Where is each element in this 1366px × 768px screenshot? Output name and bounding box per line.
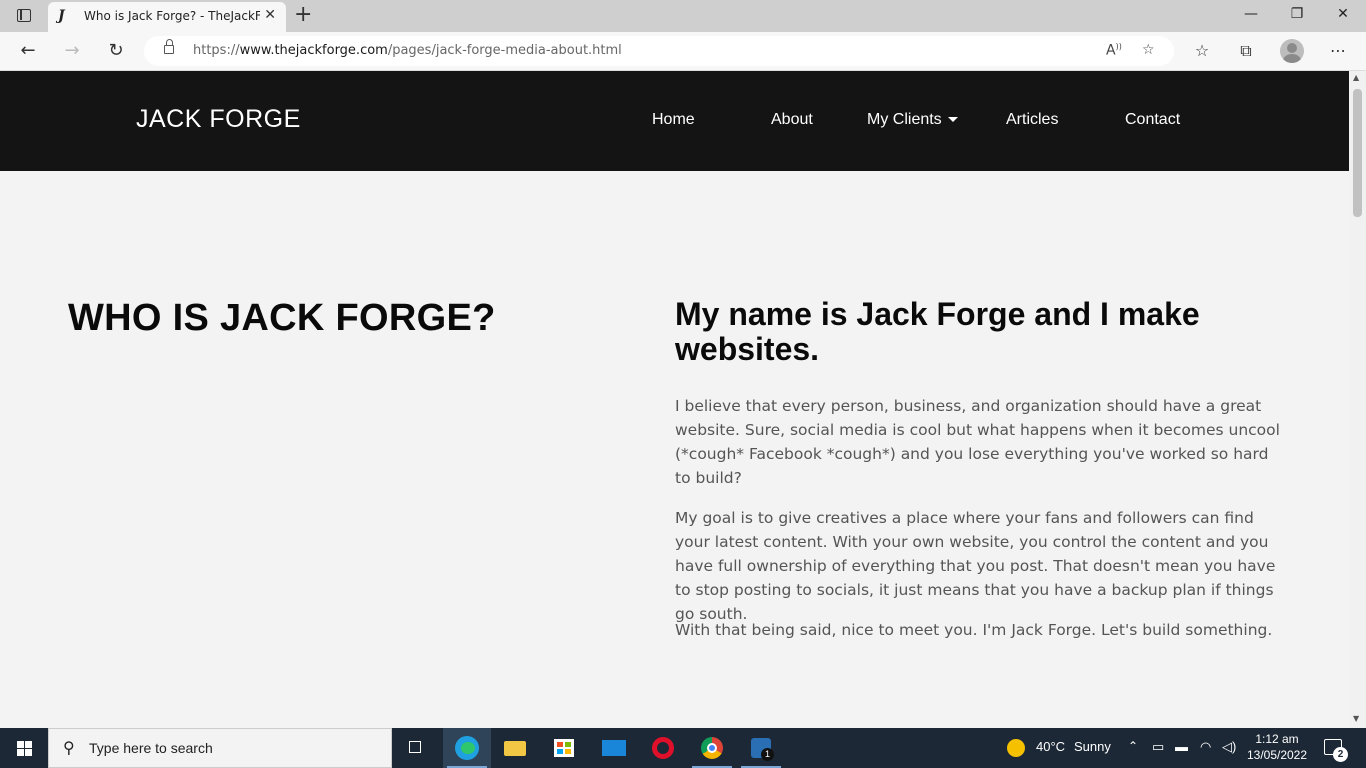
meet-now-icon[interactable]: ▭ xyxy=(1152,739,1164,755)
about-paragraph-2: My goal is to give creatives a place whe… xyxy=(675,509,1276,623)
site-brand[interactable]: JACK FORGE xyxy=(136,105,301,134)
scroll-up-icon[interactable]: ▲ xyxy=(1353,73,1359,82)
task-view-icon[interactable] xyxy=(392,728,440,768)
refresh-icon[interactable]: ↻ xyxy=(103,40,129,61)
back-icon[interactable]: ← xyxy=(15,40,41,61)
tab-close-icon[interactable]: ✕ xyxy=(264,7,276,23)
app-badge: 1 xyxy=(761,748,774,761)
page-title: WHO IS JACK FORGE? xyxy=(68,297,496,339)
more-icon[interactable]: ⋯ xyxy=(1326,41,1350,60)
about-paragraph-1: I believe that every person, business, a… xyxy=(675,397,1280,487)
browser-toolbar: ← → ↻ https://www.thejackforge.com/pages… xyxy=(0,32,1366,71)
chrome-icon[interactable] xyxy=(688,728,736,768)
windows-taskbar: ⚲ Type here to search 1 40°C Sunny ⌃ ▭ ▬ xyxy=(0,728,1366,768)
add-favorite-icon[interactable]: ☆ xyxy=(1142,42,1155,58)
opera-icon[interactable] xyxy=(639,728,687,768)
app-icon[interactable]: 1 xyxy=(737,728,785,768)
system-clock[interactable]: 1:12 am 13/05/2022 xyxy=(1246,731,1308,763)
site-favicon-icon: J xyxy=(58,8,65,24)
restore-icon[interactable]: ❐ xyxy=(1274,6,1320,22)
about-paragraph-3: With that being said, nice to meet you. … xyxy=(675,621,1273,639)
edge-icon[interactable] xyxy=(443,728,491,768)
taskbar-search[interactable]: ⚲ Type here to search xyxy=(48,728,392,768)
minimize-icon[interactable]: — xyxy=(1228,6,1274,22)
browser-tab-bar: J Who is Jack Forge? - TheJackForge ✕ + … xyxy=(0,0,1366,32)
caret-down-icon xyxy=(947,117,958,123)
battery-icon[interactable]: ▬ xyxy=(1175,739,1188,754)
tab-actions-icon[interactable] xyxy=(17,9,31,22)
close-window-icon[interactable]: ✕ xyxy=(1320,6,1366,22)
mail-icon[interactable] xyxy=(590,728,638,768)
chevron-up-icon[interactable]: ⌃ xyxy=(1128,739,1138,753)
clock-time: 1:12 am xyxy=(1255,732,1299,746)
url-path: /pages/jack-forge-media-about.html xyxy=(387,43,622,58)
lock-icon[interactable] xyxy=(164,39,174,54)
url-scheme: https:// xyxy=(193,43,240,58)
url-host: www.thejackforge.com xyxy=(239,43,388,58)
clock-date: 13/05/2022 xyxy=(1246,748,1308,762)
intro-heading: My name is Jack Forge and I make website… xyxy=(675,296,1200,367)
page-scrollbar[interactable]: ▲ ▼ xyxy=(1349,71,1366,728)
forward-icon[interactable]: → xyxy=(59,40,85,61)
scroll-thumb[interactable] xyxy=(1353,89,1362,217)
nav-my-clients[interactable]: My Clients xyxy=(867,111,958,129)
address-bar[interactable]: https://www.thejackforge.com/pages/jack-… xyxy=(144,36,1174,66)
weather-text[interactable]: Sunny xyxy=(1074,739,1111,754)
nav-contact[interactable]: Contact xyxy=(1125,111,1180,129)
browser-tab[interactable]: J Who is Jack Forge? - TheJackForge ✕ xyxy=(48,2,286,32)
url-text[interactable]: https://www.thejackforge.com/pages/jack-… xyxy=(193,43,622,58)
sun-icon[interactable] xyxy=(1007,739,1025,757)
tab-title: Who is Jack Forge? - TheJackForge xyxy=(84,9,260,23)
read-aloud-icon[interactable]: A)) xyxy=(1106,42,1122,59)
profile-icon[interactable] xyxy=(1280,39,1304,63)
site-navbar: JACK FORGE Home About My Clients Article… xyxy=(0,71,1349,171)
file-explorer-icon[interactable] xyxy=(491,728,539,768)
wifi-icon[interactable]: ◠ xyxy=(1200,739,1211,755)
nav-my-clients-label: My Clients xyxy=(867,111,942,128)
store-icon[interactable] xyxy=(540,728,588,768)
search-icon: ⚲ xyxy=(63,738,75,757)
collections-icon[interactable]: ⧉ xyxy=(1234,41,1258,61)
notification-count: 2 xyxy=(1333,747,1348,762)
volume-icon[interactable]: ◁) xyxy=(1222,739,1236,755)
new-tab-button[interactable]: + xyxy=(294,3,312,27)
scroll-down-icon[interactable]: ▼ xyxy=(1353,714,1359,723)
weather-temp[interactable]: 40°C xyxy=(1036,739,1065,754)
favorites-icon[interactable]: ☆ xyxy=(1190,41,1214,60)
web-page: JACK FORGE Home About My Clients Article… xyxy=(0,71,1349,728)
start-button[interactable] xyxy=(0,728,48,768)
nav-home[interactable]: Home xyxy=(652,111,695,129)
nav-about[interactable]: About xyxy=(771,111,813,129)
search-placeholder: Type here to search xyxy=(89,740,213,756)
nav-articles[interactable]: Articles xyxy=(1006,111,1058,129)
